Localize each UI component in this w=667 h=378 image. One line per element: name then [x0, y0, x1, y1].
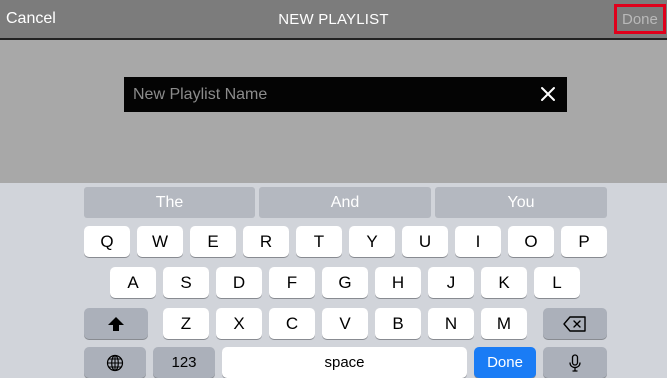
key-y[interactable]: Y: [349, 226, 395, 257]
key-r[interactable]: R: [243, 226, 289, 257]
shift-arrow-icon: [108, 316, 124, 331]
key-b[interactable]: B: [375, 308, 421, 339]
key-i[interactable]: I: [455, 226, 501, 257]
key-t[interactable]: T: [296, 226, 342, 257]
done-button[interactable]: Done: [614, 4, 666, 34]
key-o[interactable]: O: [508, 226, 554, 257]
suggestion-you[interactable]: You: [435, 187, 607, 218]
page-title: NEW PLAYLIST: [278, 11, 389, 28]
key-w[interactable]: W: [137, 226, 183, 257]
key-e[interactable]: E: [190, 226, 236, 257]
dictation-key[interactable]: [543, 347, 607, 378]
space-key[interactable]: space: [222, 347, 467, 378]
globe-key[interactable]: [84, 347, 146, 378]
key-n[interactable]: N: [428, 308, 474, 339]
backspace-key[interactable]: [543, 308, 607, 339]
backspace-icon: [563, 315, 586, 332]
shift-key[interactable]: [84, 308, 148, 339]
key-f[interactable]: F: [269, 267, 315, 298]
key-d[interactable]: D: [216, 267, 262, 298]
key-l[interactable]: L: [534, 267, 580, 298]
numbers-key[interactable]: 123: [153, 347, 215, 378]
key-h[interactable]: H: [375, 267, 421, 298]
key-c[interactable]: C: [269, 308, 315, 339]
key-m[interactable]: M: [481, 308, 527, 339]
close-icon: [541, 87, 555, 101]
suggestion-the[interactable]: The: [84, 187, 255, 218]
playlist-name-field: [124, 77, 567, 112]
key-k[interactable]: K: [481, 267, 527, 298]
suggestion-and[interactable]: And: [259, 187, 431, 218]
on-screen-keyboard: The And You Q W E R T Y U I O P A S D F …: [0, 183, 667, 378]
return-done-key[interactable]: Done: [474, 347, 536, 378]
key-q[interactable]: Q: [84, 226, 130, 257]
clear-text-button[interactable]: [539, 85, 557, 103]
key-s[interactable]: S: [163, 267, 209, 298]
key-a[interactable]: A: [110, 267, 156, 298]
key-p[interactable]: P: [561, 226, 607, 257]
key-x[interactable]: X: [216, 308, 262, 339]
playlist-name-input[interactable]: [124, 77, 524, 112]
key-g[interactable]: G: [322, 267, 368, 298]
key-j[interactable]: J: [428, 267, 474, 298]
key-z[interactable]: Z: [163, 308, 209, 339]
navigation-bar: Cancel NEW PLAYLIST Done: [0, 0, 667, 40]
key-v[interactable]: V: [322, 308, 368, 339]
microphone-icon: [569, 353, 581, 372]
key-u[interactable]: U: [402, 226, 448, 257]
globe-icon: [106, 354, 124, 371]
